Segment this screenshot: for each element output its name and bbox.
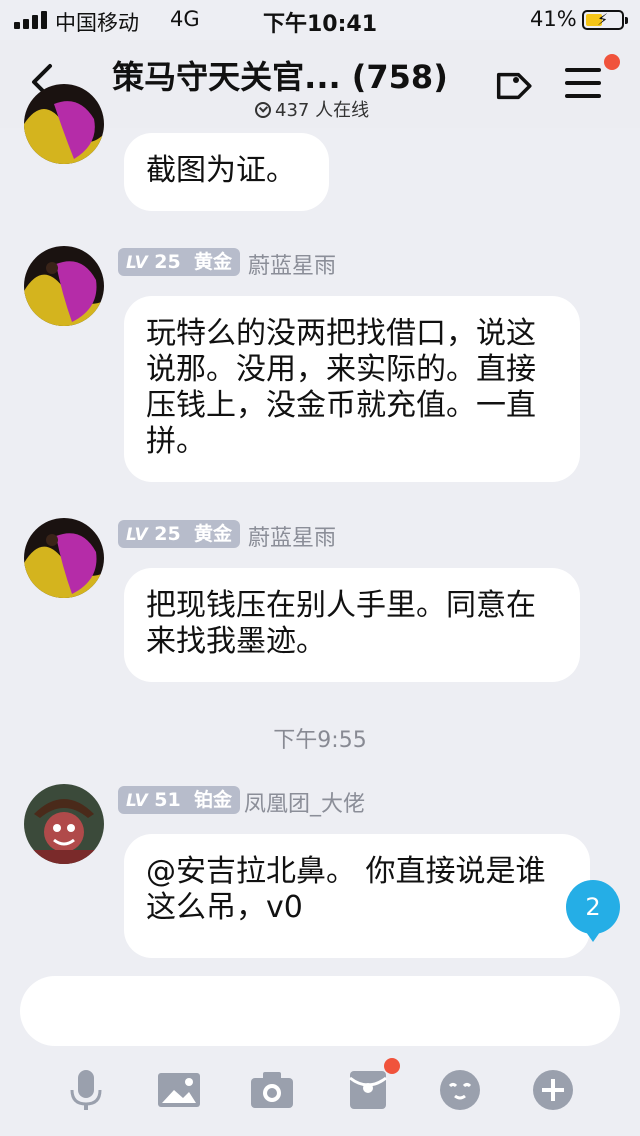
- sender-nickname[interactable]: 蔚蓝星雨: [248, 248, 336, 280]
- message-input[interactable]: [20, 976, 620, 1046]
- status-bar: 中国移动 4G 下午10:41 41% ⚡: [0, 0, 640, 40]
- carrier-label: 中国移动: [55, 11, 139, 35]
- message-bubble[interactable]: 把现钱压在别人手里。同意在来找我墨迹。: [124, 568, 580, 682]
- unread-mentions-badge[interactable]: 2: [566, 880, 620, 942]
- sender-nickname[interactable]: 凤凰团_大佬: [244, 786, 365, 818]
- network-label: 4G: [170, 7, 200, 31]
- battery-percent: 41%: [530, 7, 577, 31]
- emoji-icon[interactable]: [438, 1068, 482, 1112]
- online-count-label: 437 人在线: [275, 100, 370, 121]
- sender-nickname[interactable]: 蔚蓝星雨: [248, 520, 336, 552]
- message-text: @安吉拉北鼻。 你直接说是谁这么吊，v0: [146, 854, 546, 925]
- input-toolbar: [0, 1060, 640, 1120]
- notification-dot: [604, 54, 620, 70]
- avatar[interactable]: [24, 84, 104, 164]
- message-bubble[interactable]: 截图为证。: [124, 133, 329, 211]
- online-count: 437 人在线: [255, 96, 369, 122]
- message-text: 截图为证。: [146, 153, 296, 188]
- tag-icon[interactable]: [488, 64, 532, 108]
- level-badge: LV 51 铂金: [118, 786, 240, 814]
- avatar[interactable]: [24, 246, 104, 326]
- input-area: [0, 958, 640, 1136]
- menu-icon[interactable]: [565, 68, 601, 102]
- avatar[interactable]: [24, 518, 104, 598]
- message-bubble[interactable]: @安吉拉北鼻。 你直接说是谁这么吊，v0: [124, 834, 590, 958]
- battery-icon: ⚡: [582, 10, 628, 30]
- level-badge: LV 25 黄金: [118, 248, 240, 276]
- message-text: 玩特么的没两把找借口，说这说那。没用，来实际的。直接压钱上，没金币就充值。一直拼…: [146, 316, 536, 459]
- message-timestamp: 下午9:55: [273, 728, 367, 753]
- signal-icon: [14, 11, 48, 29]
- microphone-icon[interactable]: [64, 1068, 108, 1112]
- plus-icon[interactable]: [531, 1068, 575, 1112]
- message-text: 把现钱压在别人手里。同意在来找我墨迹。: [146, 588, 536, 659]
- red-packet-notification-dot: [384, 1058, 400, 1074]
- red-packet-icon[interactable]: [346, 1068, 390, 1112]
- status-time: 下午10:41: [263, 12, 378, 37]
- camera-icon[interactable]: [250, 1068, 294, 1112]
- image-icon[interactable]: [157, 1068, 201, 1112]
- message-bubble[interactable]: 玩特么的没两把找借口，说这说那。没用，来实际的。直接压钱上，没金币就充值。一直拼…: [124, 296, 580, 482]
- group-title[interactable]: 策马守天关官... (758): [110, 52, 450, 98]
- check-circle-icon: [255, 102, 271, 118]
- avatar[interactable]: [24, 784, 104, 864]
- level-badge: LV 25 黄金: [118, 520, 240, 548]
